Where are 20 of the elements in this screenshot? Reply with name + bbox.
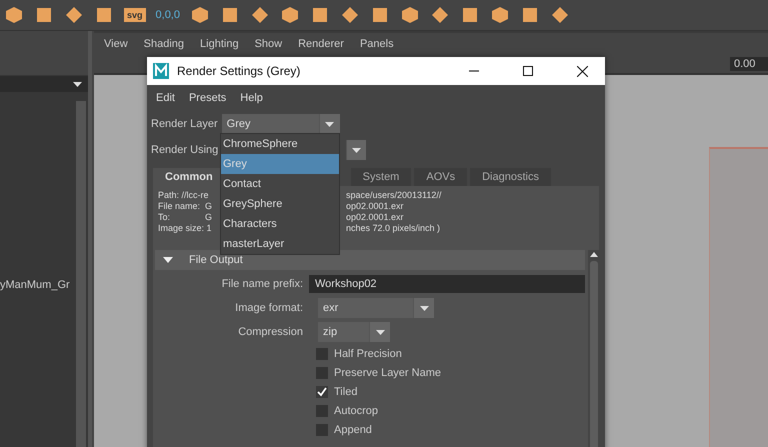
field-label: Compression [237, 326, 303, 338]
checkbox-label: Tiled [334, 386, 358, 398]
checkbox-label: Append [334, 424, 372, 436]
field-label: Render Using [151, 144, 218, 156]
pivot-coordinates: 0,0,0 [156, 9, 180, 21]
field-label: Render Layer [151, 118, 218, 130]
checkbox-label: Preserve Layer Name [334, 366, 441, 378]
info-text: Path: //lcc-re [158, 190, 210, 201]
info-text: nches 72.0 pixels/inch ) [346, 223, 442, 234]
info-text: op02.0001.exr [346, 212, 405, 223]
info-text: To: G [158, 212, 214, 223]
window-title: Render Settings (Grey) [177, 64, 302, 78]
info-text: space/users/20013112// [346, 190, 442, 201]
checkbox-label: Half Precision [334, 348, 402, 360]
info-text: Image size: 1 [158, 223, 213, 234]
info-text: File name: G [158, 201, 214, 212]
info-text: op02.0001.exr [346, 201, 405, 212]
field-label: File name prefix: [220, 278, 303, 290]
field-label: Image format: [234, 302, 303, 314]
checkbox-label: Autocrop [334, 404, 378, 416]
